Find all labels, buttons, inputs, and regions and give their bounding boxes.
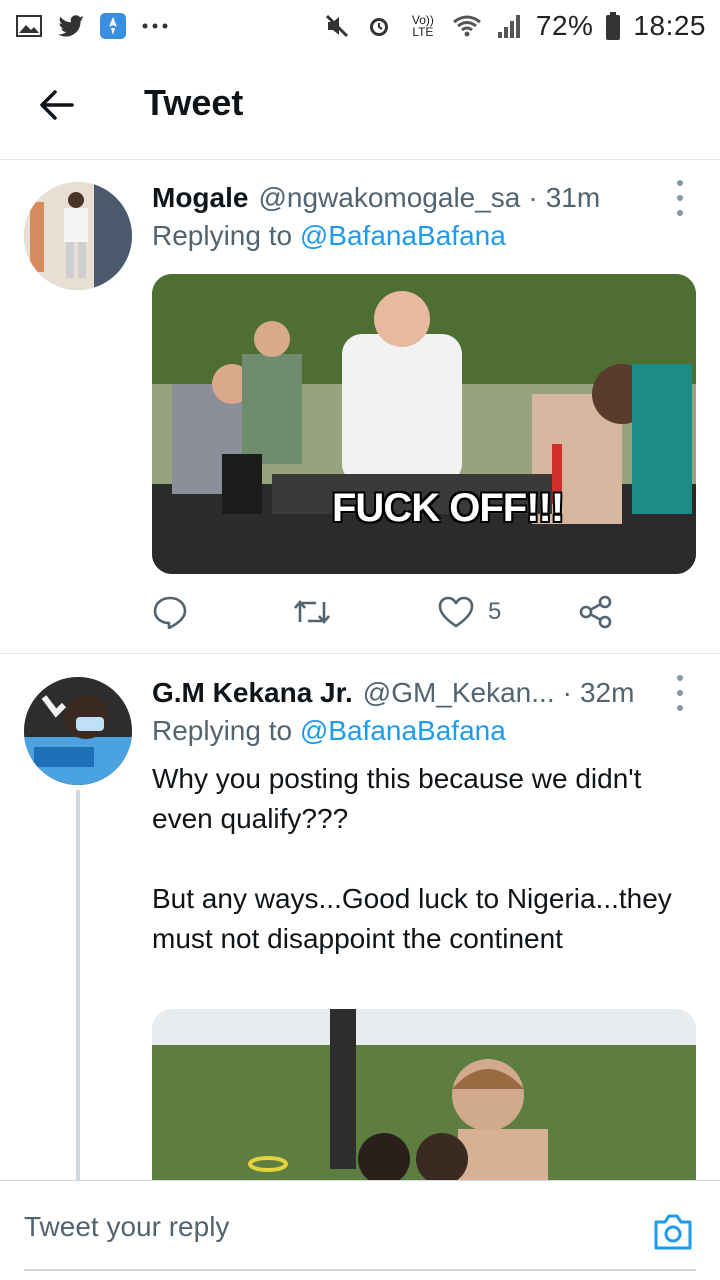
thread-line	[76, 790, 80, 1185]
replying-prefix: Replying to	[152, 715, 293, 746]
reply-input-underline	[24, 1269, 696, 1271]
signal-icon	[494, 12, 524, 40]
retweet-icon	[294, 599, 330, 625]
author-name[interactable]: G.M Kekana Jr.	[152, 677, 353, 709]
replying-prefix: Replying to	[152, 220, 293, 251]
tweet-card[interactable]: G.M Kekana Jr. @GM_Kekan... · 32m Replyi…	[0, 655, 720, 1189]
author-handle[interactable]: @ngwakomogale_sa	[258, 182, 520, 214]
heart-icon	[438, 596, 474, 628]
replying-to: Replying to @BafanaBafana	[152, 715, 506, 747]
separator-dot: ·	[528, 182, 538, 213]
tweet-time[interactable]: 31m	[546, 182, 600, 214]
tweet-media-image[interactable]: FUCK OFF!!!	[152, 274, 696, 574]
tweet-card[interactable]: Mogale @ngwakomogale_sa · 31m Replying t…	[0, 160, 720, 654]
back-button[interactable]	[36, 85, 76, 125]
status-bar: Vo)) LTE 72% 18:25	[0, 0, 720, 52]
wifi-icon	[452, 12, 482, 40]
like-button[interactable]: 5	[438, 592, 501, 632]
share-button[interactable]	[578, 592, 614, 632]
reply-composer[interactable]: Tweet your reply	[0, 1180, 720, 1280]
tweet-text-paragraph: Why you posting this because we didn't e…	[152, 763, 642, 834]
battery-icon	[605, 12, 621, 40]
retweet-button[interactable]	[292, 592, 332, 632]
replying-mention[interactable]: @BafanaBafana	[300, 220, 506, 251]
clock: 18:25	[633, 10, 706, 41]
avatar[interactable]	[24, 677, 132, 785]
camera-button[interactable]	[652, 1211, 694, 1253]
app-icon	[98, 12, 128, 40]
tweet-header: Mogale @ngwakomogale_sa · 31m	[152, 178, 690, 218]
tweet-actions: 5	[152, 592, 672, 632]
like-count: 5	[488, 598, 502, 625]
tweet-header: G.M Kekana Jr. @GM_Kekan... · 32m	[152, 673, 690, 713]
tweet-media-image[interactable]	[152, 1009, 696, 1189]
page-title: Tweet	[144, 82, 244, 123]
reply-button[interactable]	[152, 592, 188, 632]
tweet-time[interactable]: 32m	[580, 677, 634, 709]
network-label: Vo)) LTE	[411, 13, 434, 39]
share-icon	[579, 595, 612, 629]
separator-dot: ·	[562, 677, 572, 708]
camera-icon	[654, 1214, 692, 1250]
reply-input[interactable]: Tweet your reply	[24, 1211, 229, 1243]
replying-to: Replying to @BafanaBafana	[152, 220, 506, 252]
gallery-icon	[14, 12, 44, 40]
replying-mention[interactable]: @BafanaBafana	[300, 715, 506, 746]
mute-icon	[322, 12, 352, 40]
author-handle[interactable]: @GM_Kekan...	[363, 677, 555, 709]
twitter-icon	[56, 12, 86, 40]
more-options-icon[interactable]	[670, 675, 690, 711]
tweet-text-paragraph: But any ways...Good luck to Nigeria...th…	[152, 883, 672, 954]
avatar[interactable]	[24, 182, 132, 290]
author-name[interactable]: Mogale	[152, 182, 248, 214]
more-options-icon[interactable]	[670, 180, 690, 216]
reply-icon	[153, 596, 187, 629]
status-bar-left	[14, 12, 170, 40]
alarm-icon	[364, 12, 394, 40]
arrow-left-icon	[40, 90, 74, 120]
top-app-bar: Tweet	[0, 52, 720, 160]
meme-caption: FUCK OFF!!!	[332, 486, 564, 530]
battery-percent: 72%	[535, 10, 594, 41]
more-dots-icon	[140, 12, 170, 40]
status-bar-right: Vo)) LTE 72% 18:25	[322, 10, 706, 42]
tweet-text: Why you posting this because we didn't e…	[152, 759, 692, 959]
